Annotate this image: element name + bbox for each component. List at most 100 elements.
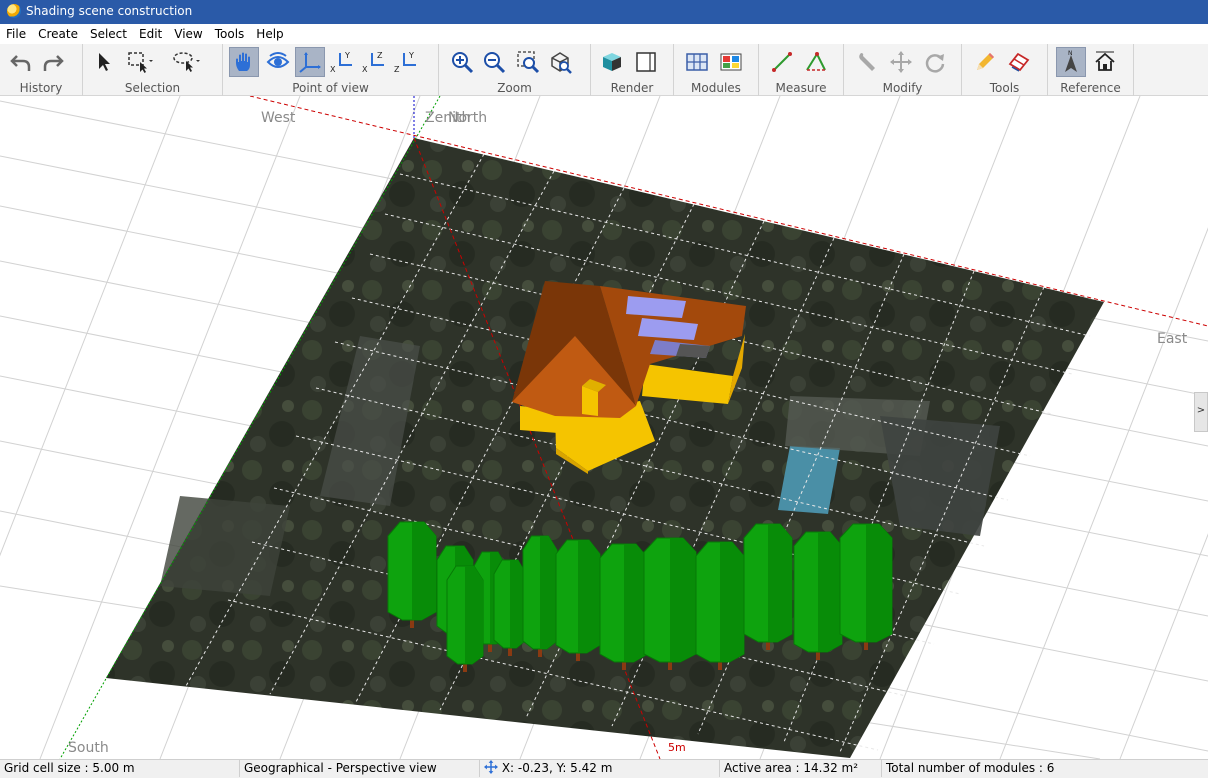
tree[interactable] <box>743 523 793 650</box>
app-window: Shading scene construction File Create Sel… <box>0 0 1208 777</box>
svg-text:Y: Y <box>344 51 350 60</box>
menu-help[interactable]: Help <box>250 24 289 43</box>
tree-shade <box>540 536 557 649</box>
tree[interactable] <box>493 559 527 656</box>
menu-edit[interactable]: Edit <box>133 24 168 43</box>
pointer-button[interactable] <box>89 47 119 77</box>
rectangle-select-button[interactable] <box>123 47 157 77</box>
zoom-window-button[interactable] <box>513 47 543 77</box>
toolbar-group-measure: Measure <box>759 44 844 96</box>
pointer-icon <box>99 53 110 71</box>
move-cursor-icon <box>484 760 498 778</box>
lasso-select-icon <box>173 52 200 72</box>
north-arrow-icon: N <box>1065 50 1077 72</box>
pan-hand-icon <box>236 52 250 71</box>
cursor-coordinates: X: -0.23, Y: 5.42 m <box>501 761 613 775</box>
modify-label: Modify <box>882 81 923 95</box>
south-label: South <box>68 740 109 756</box>
zoom-fit-button[interactable] <box>545 47 575 77</box>
tree[interactable] <box>695 541 745 670</box>
toolbar-group-modify: Modify <box>844 44 962 96</box>
pencil-icon <box>977 53 994 70</box>
menu-bar: File Create Select Edit View Tools Help <box>0 24 1208 44</box>
tree[interactable] <box>839 523 893 650</box>
orbit-button[interactable] <box>263 47 293 77</box>
window-title: Shading scene construction <box>26 4 193 18</box>
measure-distance-button[interactable] <box>767 47 797 77</box>
zoom-label: Zoom <box>497 81 532 95</box>
zoom-in-icon <box>452 52 474 74</box>
total-modules: Total number of modules : 6 <box>886 761 1055 775</box>
tree-shade <box>465 566 483 664</box>
module-color-button[interactable] <box>716 47 746 77</box>
house-reference-icon <box>1095 51 1115 71</box>
scene-viewport[interactable]: 5m West Zenith North East South > <box>0 96 1208 759</box>
north-label: North <box>448 110 488 126</box>
toolbar-group-selection: Selection <box>83 44 223 96</box>
tree[interactable] <box>599 543 649 670</box>
tools-label: Tools <box>989 81 1020 95</box>
xy-view-button[interactable]: XY <box>327 47 357 77</box>
tree[interactable] <box>446 565 484 672</box>
eraser-button[interactable] <box>1004 47 1034 77</box>
redo-icon <box>43 55 64 71</box>
redo-button[interactable] <box>38 47 68 77</box>
pencil-button[interactable] <box>970 47 1000 77</box>
tree[interactable] <box>793 531 843 660</box>
scale-label: 5m <box>668 741 686 754</box>
cursor-position: X: -0.23, Y: 5.42 m <box>480 760 720 777</box>
axes-icon <box>299 52 321 73</box>
point-of-view-label: Point of view <box>292 81 369 95</box>
measure-angle-button[interactable] <box>801 47 831 77</box>
toolbar-group-reference: N Reference <box>1048 44 1134 96</box>
pan-button[interactable] <box>229 47 259 77</box>
toolbar-group-history: History <box>0 44 83 96</box>
rectangle-select-icon <box>128 52 153 73</box>
tree-shade <box>866 524 892 642</box>
wire-render-button[interactable] <box>631 47 661 77</box>
tree-shade <box>670 538 696 662</box>
lasso-select-button[interactable] <box>167 47 207 77</box>
menu-select[interactable]: Select <box>84 24 133 43</box>
house-reference-button[interactable] <box>1090 47 1120 77</box>
title-bar: Shading scene construction <box>0 0 1208 24</box>
module-grid-button[interactable] <box>682 47 712 77</box>
module-color-icon <box>720 53 742 71</box>
module-grid-icon <box>686 53 708 71</box>
north-reference-button[interactable]: N <box>1056 47 1086 77</box>
tree-shade <box>412 522 436 620</box>
side-panel-toggle[interactable]: > <box>1194 392 1208 432</box>
solid-render-icon <box>603 53 621 71</box>
west-label: West <box>261 110 296 126</box>
east-label: East <box>1157 331 1188 347</box>
toolbar: History Selection X Y X Z Z Y Point of v… <box>0 44 1208 96</box>
measure-angle-icon <box>806 51 826 71</box>
wrench-button[interactable] <box>852 47 882 77</box>
zoom-out-button[interactable] <box>479 47 509 77</box>
scene-canvas[interactable]: 5m <box>0 96 1208 759</box>
tree[interactable] <box>522 535 558 657</box>
move-button[interactable] <box>886 47 916 77</box>
axes-view-button[interactable] <box>295 47 325 77</box>
xz-view-button[interactable]: XZ <box>359 47 389 77</box>
rotate-button[interactable] <box>920 47 950 77</box>
measure-distance-icon <box>772 52 792 72</box>
zy-view-button[interactable]: ZY <box>391 47 421 77</box>
svg-text:X: X <box>330 65 336 74</box>
app-logo-icon <box>7 4 21 18</box>
tree[interactable] <box>387 521 437 628</box>
toolbar-group-render: Render <box>591 44 674 96</box>
menu-tools[interactable]: Tools <box>209 24 251 43</box>
history-label: History <box>19 81 63 95</box>
solid-render-button[interactable] <box>597 47 627 77</box>
zoom-in-button[interactable] <box>447 47 477 77</box>
modules-label: Modules <box>691 81 741 95</box>
undo-button[interactable] <box>6 47 36 77</box>
tree[interactable] <box>643 537 697 670</box>
undo-icon <box>10 55 31 71</box>
menu-create[interactable]: Create <box>32 24 84 43</box>
menu-file[interactable]: File <box>0 24 32 43</box>
tree[interactable] <box>555 539 601 661</box>
menu-view[interactable]: View <box>168 24 208 43</box>
xy-view-icon: XY <box>330 51 352 74</box>
